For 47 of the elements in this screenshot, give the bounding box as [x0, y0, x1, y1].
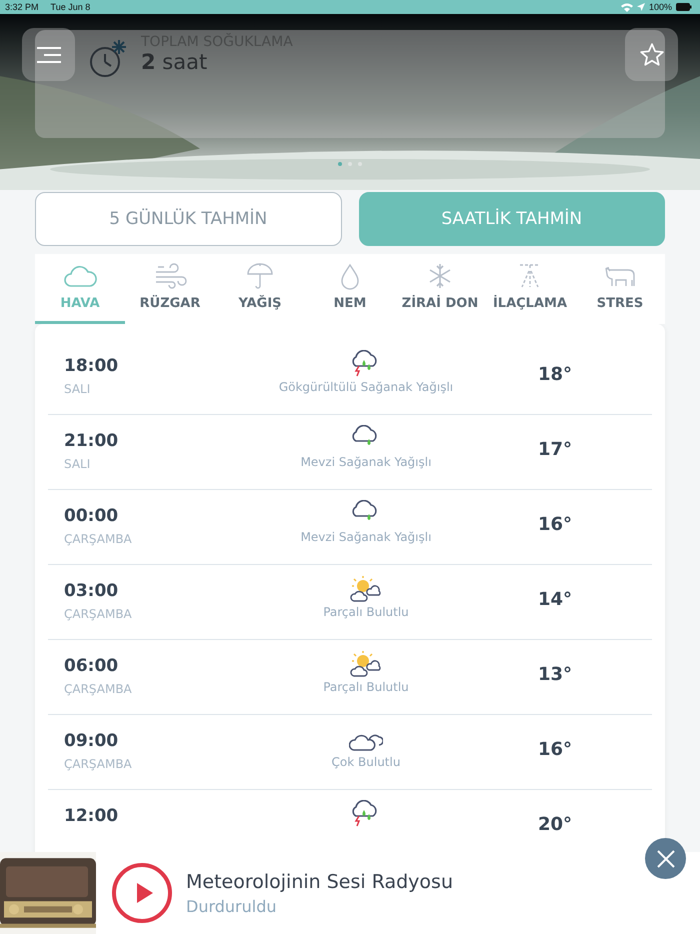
sun-cloud-icon — [349, 575, 383, 603]
hour-text: 00:00 — [64, 506, 120, 526]
temperature-text: 18° — [538, 364, 572, 385]
temperature-text: 14° — [538, 589, 572, 610]
temperature-text: 17° — [538, 439, 572, 460]
close-button[interactable] — [645, 838, 686, 879]
temperature-text: 16° — [538, 514, 572, 535]
close-icon — [656, 848, 676, 868]
hour-text: 09:00 — [64, 731, 120, 751]
condition-text: Mevzi Sağanak Yağışlı — [300, 530, 432, 544]
day-text: ÇARŞAMBA — [64, 682, 133, 696]
status-time: 3:32 PM — [5, 2, 39, 12]
temperature-text: 16° — [538, 739, 572, 760]
condition-text: Parçalı Bulutlu — [323, 605, 409, 619]
menu-icon — [36, 46, 62, 62]
temperature-text: 20° — [538, 814, 572, 835]
menu-button[interactable] — [22, 28, 75, 81]
station-title: Meteorolojinin Sesi Radyosu — [186, 870, 453, 892]
hour-text: 03:00 — [64, 581, 120, 601]
summary-value: 2 saat — [141, 50, 208, 74]
day-text: ÇARŞAMBA — [64, 757, 133, 771]
favorite-button[interactable] — [625, 28, 678, 81]
playback-status: Durduruldu — [186, 896, 278, 916]
frost-clock-icon — [87, 38, 127, 78]
hour-text: 12:00 — [64, 806, 120, 826]
hour-text: 18:00 — [64, 356, 120, 376]
temperature-text: 13° — [538, 664, 572, 685]
play-icon — [134, 881, 154, 905]
day-text: SALI — [64, 457, 92, 471]
day-text: ÇARŞAMBA — [64, 607, 133, 621]
day-text: SALI — [64, 382, 92, 396]
status-date: Tue Jun 8 — [50, 2, 90, 12]
wifi-icon — [620, 2, 633, 12]
star-icon — [638, 42, 664, 68]
hour-text: 06:00 — [64, 656, 120, 676]
location-icon — [636, 3, 645, 11]
hour-text: 21:00 — [64, 431, 120, 451]
condition-text: Mevzi Sağanak Yağışlı — [300, 455, 432, 469]
condition-text: Çok Bulutlu — [332, 755, 400, 769]
page-dot[interactable] — [338, 162, 342, 166]
sun-cloud-icon — [349, 650, 383, 678]
condition-text: Gökgürültülü Sağanak Yağışlı — [278, 380, 454, 394]
day-text: ÇARŞAMBA — [64, 532, 133, 546]
condition-text: Parçalı Bulutlu — [323, 680, 409, 694]
battery-icon — [676, 3, 692, 11]
battery-percent: 100% — [648, 2, 672, 12]
forecast-mode-button[interactable]: 5 GÜNLÜK TAHMİN — [35, 192, 342, 246]
